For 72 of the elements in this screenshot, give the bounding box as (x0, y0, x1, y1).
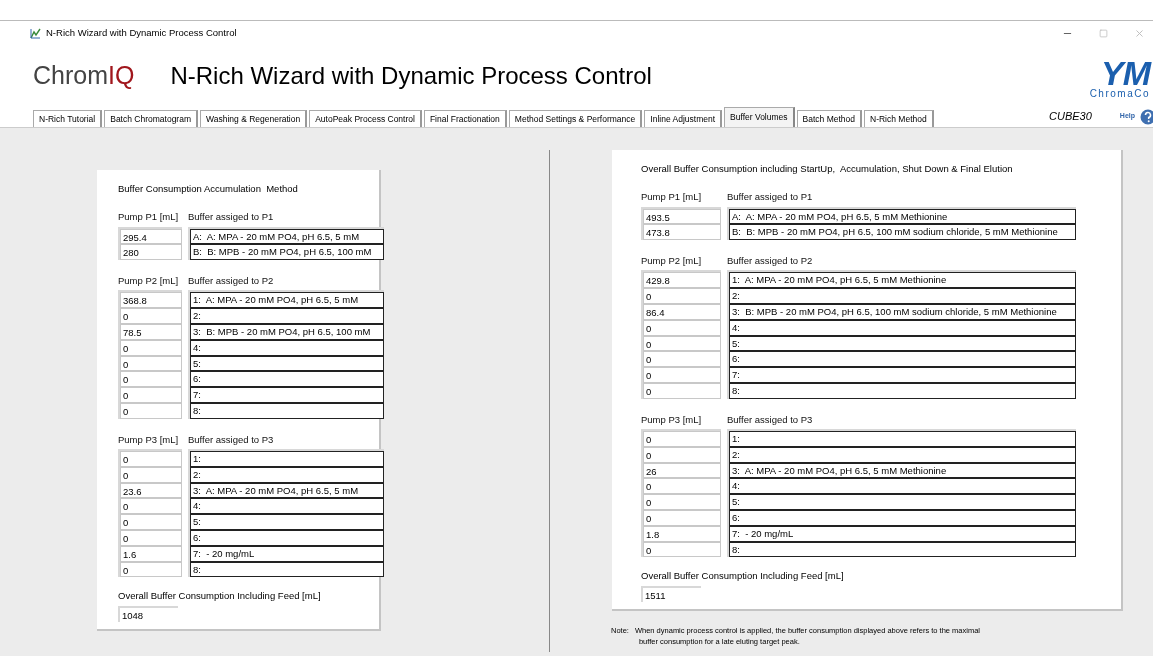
buffer-field[interactable]: 7: (190, 387, 384, 403)
buffer-field[interactable]: 2: (190, 308, 384, 324)
tab[interactable]: Inline Adjustment (644, 110, 723, 127)
pump-label: Pump P1 [mL] (641, 190, 703, 205)
buffer-label: Buffer assiged to P2 (188, 274, 275, 289)
tab[interactable]: Washing & Regeneration (200, 110, 308, 127)
tab[interactable]: Batch Chromatogram (104, 110, 198, 127)
tab[interactable]: Method Settings & Performance (508, 110, 643, 127)
tab[interactable]: Buffer Volumes (724, 107, 795, 127)
pump-label: Pump P1 [mL] (118, 210, 180, 225)
buffer-field[interactable]: 5: (729, 494, 1076, 510)
volume-field[interactable]: 0 (643, 351, 721, 368)
buffer-field[interactable]: A: A: MPA - 20 mM PO4, pH 6.5, 5 mM (190, 228, 384, 245)
tab[interactable]: N-Rich Method (864, 110, 934, 127)
volume-field[interactable]: 493.5 (643, 208, 721, 225)
buffer-label: Buffer assiged to P2 (727, 254, 814, 269)
overall-value-field[interactable]: 1048 (118, 605, 178, 622)
volume-field[interactable]: 0 (643, 367, 721, 383)
buffer-label: Buffer assiged to P3 (188, 432, 275, 447)
buffer-field[interactable]: A: A: MPA - 20 mM PO4, pH 6.5, 5 mM Methionine (729, 208, 1076, 225)
tab[interactable]: Final Fractionation (423, 110, 507, 127)
volume-field[interactable]: 0 (643, 494, 721, 510)
volume-field[interactable]: 0 (120, 387, 182, 403)
volume-field[interactable]: 0 (120, 371, 182, 388)
volume-field[interactable]: 0 (120, 498, 182, 515)
company-logo: YM (1101, 58, 1150, 88)
company-logo-subtitle: ChromaCo (1089, 88, 1150, 99)
buffer-field[interactable]: 7: (729, 367, 1076, 383)
panel-title: Buffer Consumption Accumulation Method (118, 182, 299, 196)
window-title: N-Rich Wizard with Dynamic Process Control (46, 25, 237, 40)
volume-field[interactable]: 0 (120, 514, 182, 530)
help-icon[interactable] (1139, 108, 1153, 125)
buffer-label: Buffer assiged to P3 (727, 412, 814, 427)
buffer-field[interactable]: B: B: MPB - 20 mM PO4, pH 6.5, 100 mM sodium chloride, 5 mM Methionine (729, 224, 1076, 241)
buffer-field[interactable]: 6: (729, 351, 1076, 368)
overall-label: Overall Buffer Consumption Including Feed [mL] (641, 569, 845, 584)
page-title: N-Rich Wizard with Dynamic Process Control (170, 60, 652, 91)
pump-label: Pump P3 [mL] (641, 412, 703, 427)
tab[interactable]: N-Rich Tutorial (33, 110, 103, 127)
volume-field[interactable]: 0 (120, 308, 182, 324)
brand-logo: ChromIQ (33, 59, 135, 91)
volume-field[interactable]: 295.4 (120, 228, 182, 245)
tab[interactable]: AutoPeak Process Control (309, 110, 422, 127)
buffer-label: Buffer assiged to P1 (188, 210, 275, 225)
buffer-field[interactable]: 5: (190, 514, 384, 530)
device-label: CUBE30 (1049, 109, 1092, 125)
overall-label: Overall Buffer Consumption Including Feed [mL] (118, 589, 322, 604)
buffer-field[interactable]: 2: (729, 288, 1076, 304)
volume-field[interactable]: 429.8 (643, 272, 721, 289)
buffer-label: Buffer assiged to P1 (727, 190, 814, 205)
buffer-field[interactable]: 1: A: MPA - 20 mM PO4, pH 6.5, 5 mM (190, 292, 384, 309)
overall-value-field[interactable]: 1511 (641, 585, 701, 602)
volume-field[interactable]: 0 (643, 288, 721, 304)
app-icon (30, 27, 41, 39)
pump-label: Pump P2 [mL] (118, 274, 180, 289)
buffer-field[interactable]: 4: (729, 478, 1076, 495)
volume-field[interactable]: 0 (643, 478, 721, 495)
buffer-field[interactable]: 4: (190, 498, 384, 515)
volume-field[interactable]: 368.8 (120, 292, 182, 309)
volume-field[interactable]: 280 (120, 244, 182, 261)
pump-label: Pump P2 [mL] (641, 254, 703, 269)
buffer-field[interactable]: 1: (190, 450, 384, 467)
buffer-field[interactable]: 1: A: MPA - 20 mM PO4, pH 6.5, 5 mM Methionine (729, 272, 1076, 289)
buffer-field[interactable]: 1: (729, 430, 1076, 447)
tab[interactable]: Batch Method (796, 110, 862, 127)
buffer-field[interactable]: B: B: MPB - 20 mM PO4, pH 6.5, 100 mM (190, 244, 384, 261)
pump-label: Pump P3 [mL] (118, 432, 180, 447)
volume-field[interactable]: 473.8 (643, 224, 721, 241)
buffer-field[interactable]: 6: (190, 371, 384, 388)
volume-field[interactable]: 0 (120, 450, 182, 467)
volume-field[interactable]: 0 (643, 430, 721, 447)
panel-title: Overall Buffer Consumption including StartUp, Accumulation, Shut Down & Final Elution (641, 162, 1014, 176)
